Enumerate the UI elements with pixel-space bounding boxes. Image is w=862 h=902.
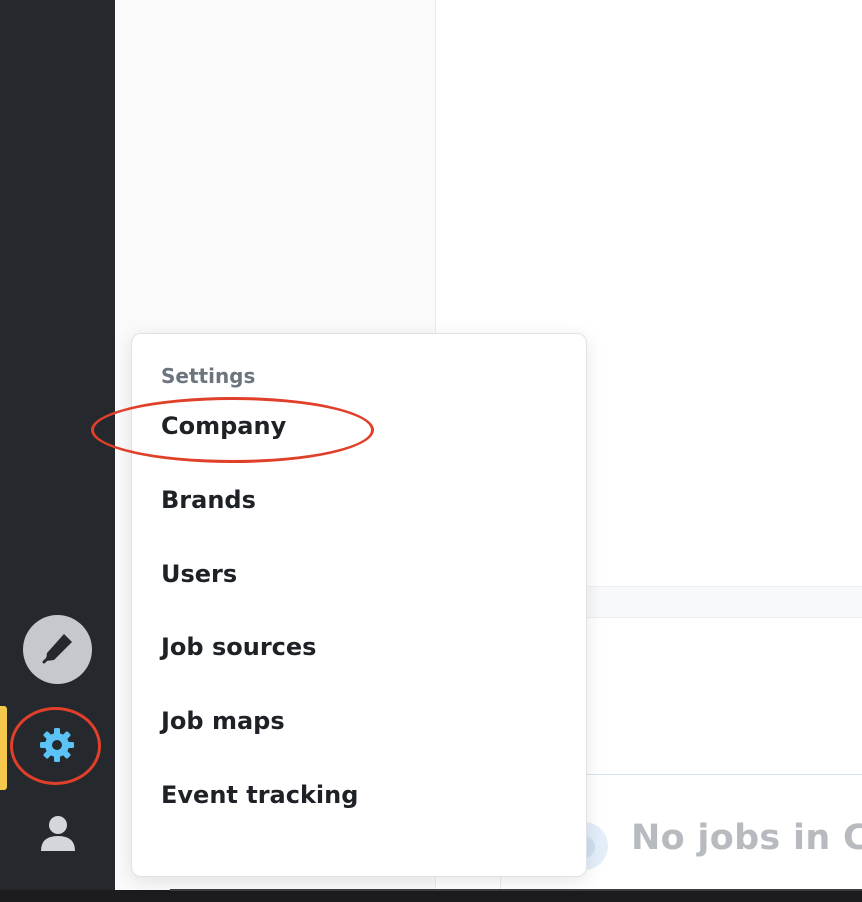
menu-item-users[interactable]: Users bbox=[161, 560, 237, 588]
gear-highlight-annotation bbox=[10, 707, 101, 785]
app-window: No jobs in Ca Settings Company Brands Us… bbox=[0, 0, 862, 902]
nav-item-pen[interactable] bbox=[23, 615, 92, 684]
empty-state-text: No jobs in Ca bbox=[631, 818, 862, 858]
user-icon bbox=[38, 813, 78, 857]
bottom-edge-highlight bbox=[170, 889, 862, 891]
settings-menu-heading: Settings bbox=[161, 364, 256, 388]
menu-item-event-tracking[interactable]: Event tracking bbox=[161, 781, 358, 809]
nav-item-profile[interactable] bbox=[33, 810, 83, 860]
menu-item-job-sources[interactable]: Job sources bbox=[161, 633, 316, 661]
company-highlight-annotation bbox=[91, 397, 374, 463]
active-indicator bbox=[0, 706, 7, 790]
menu-item-job-maps[interactable]: Job maps bbox=[161, 707, 285, 735]
jobs-panel-border bbox=[578, 774, 862, 775]
bottom-edge bbox=[0, 890, 862, 902]
pen-icon bbox=[41, 631, 75, 669]
menu-item-brands[interactable]: Brands bbox=[161, 486, 256, 514]
